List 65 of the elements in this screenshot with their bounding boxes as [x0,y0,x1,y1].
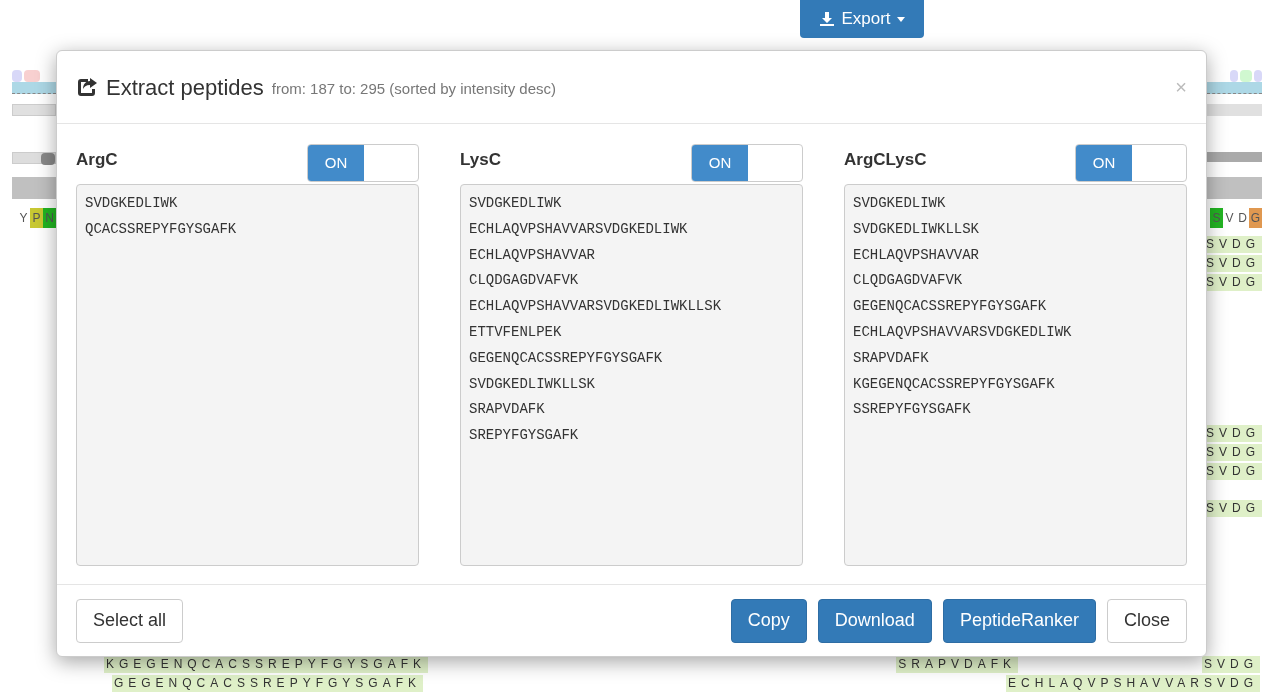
download-icon [819,11,836,27]
toggle-switch[interactable]: ON [307,144,419,182]
feature-marker [1254,70,1262,82]
scroll-handle[interactable] [41,153,55,165]
peptide: SVDGKEDLIWKLLSK [853,219,981,239]
peptide: ECHLAQVPSHAVVARSVDGKEDLIWK [469,219,689,239]
share-icon [76,76,98,98]
footer-button[interactable]: Close [1106,598,1187,643]
footer-button[interactable]: Copy [730,598,807,643]
peptide: SVDGKEDLIWK [469,194,563,213]
feature-marker [12,70,22,82]
footer-button[interactable]: Download [817,598,932,643]
peptide: SVDGKEDLIWK [85,194,179,213]
peptide-track: SVDG [1204,463,1262,480]
toggle-switch[interactable]: ON [691,144,803,182]
footer-button[interactable]: PeptideRanker [942,598,1096,643]
peptide-track: SVDG [1204,274,1262,291]
peptide: GEGENQCACSSREPYFGYSGAFK [469,348,664,368]
toggle-switch[interactable]: ON [1075,144,1187,182]
peptide-track: ECHLAQVPSHAVVARSVDG [1006,675,1260,692]
modal-subtitle: from: 187 to: 295 (sorted by intensity desc) [271,79,557,100]
peptide: ECHLAQVPSHAVVARSVDGKEDLIWKLLSK [469,297,723,317]
peptide: ECHLAQVPSHAVVAR [469,245,597,265]
track-band [1207,104,1262,116]
export-button[interactable]: Export [800,0,924,38]
peptide-list-field[interactable]: SVDGKEDLIWK QCACSSREPYFGYSGAFK [76,184,419,566]
peptide: SVDGKEDLIWKLLSK [469,374,597,394]
footer-button[interactable]: Select all [76,598,184,643]
peptide: SVDGKEDLIWK [853,194,947,213]
peptide: CLQDGAGDVAFVK [853,271,964,291]
peptide-list-field[interactable]: SVDGKEDLIWK SVDGKEDLIWKLLSK ECHLAQVPSHAVVAR CLQDGAGDVAFVK GEGENQCACSSREPYFGYSGAFK ECHLAQVPSHAVVARSVDGKEDLIWK SRAPVDAFK KGEGENQCACSSREPYFGYSGAFK SSREPYFGYSGAFK [844,184,1187,566]
peptide: SREPYFGYSGAFK [469,426,580,446]
peptide-track: SVDG [1204,255,1262,272]
peptide-track: SVDG [1204,500,1262,517]
peptide: SRAPVDAFK [469,400,546,420]
panel-title: LysC [460,149,501,171]
panel-title: ArgC [76,149,118,171]
peptide: GEGENQCACSSREPYFGYSGAFK [853,297,1048,317]
feature-marker [1240,70,1252,82]
modal-title: Extract peptides [106,73,264,102]
feature-marker [24,70,40,82]
peptide: CLQDGAGDVAFVK [469,271,580,291]
residue: P [30,208,43,228]
feature-marker [1230,70,1238,82]
peptide-track: SVDG [1202,656,1260,673]
residue: S [1210,208,1223,228]
panel-title: ArgCLysC [844,149,927,171]
peptide: SSREPYFGYSGAFK [853,400,972,420]
peptide: ECHLAQVPSHAVVAR [853,245,981,265]
scroll-track [1207,152,1262,162]
residue: N [43,208,56,228]
peptide: SRAPVDAFK [853,348,930,368]
peptide-track: SVDG [1204,444,1262,461]
peptide-track: GEGENQCACSSREPYFGYSGAFK [111,675,423,692]
peptide-track: SVDG [1204,425,1262,442]
residue: G [1249,208,1262,228]
peptide-track: SVDG [1204,236,1262,253]
peptide: ETTVFENLPEK [469,323,563,342]
caret-icon [896,16,905,22]
peptide: QCACSSREPYFGYSGAFK [85,219,238,239]
peptide: KGEGENQCACSSREPYFGYSGAFK [853,374,1056,394]
peptide: ECHLAQVPSHAVVARSVDGKEDLIWK [853,323,1073,342]
peptide-list-field[interactable]: SVDGKEDLIWK ECHLAQVPSHAVVARSVDGKEDLIWK ECHLAQVPSHAVVAR CLQDGAGDVAFVK ECHLAQVPSHAVVARSVDGKEDLIWKLLSK ETTVFENLPEK GEGENQCACSSREPYFGYSGAFK SVDGKEDLIWKLLSK SRAPVDAFK SREPYFGYSGAFK [460,184,803,566]
domain-band [1207,82,1262,94]
domain-band [12,82,56,94]
